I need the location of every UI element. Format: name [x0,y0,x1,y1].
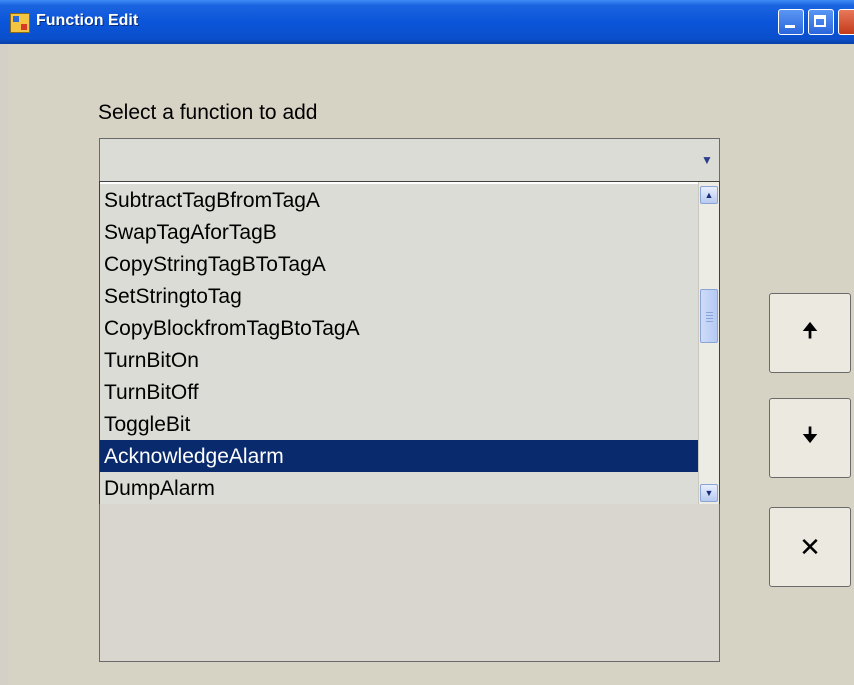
function-listbox[interactable]: SubtractTagBfromTagA SwapTagAforTagB Cop… [99,181,720,505]
function-combobox[interactable]: ▼ [99,138,720,182]
title-bar[interactable]: Function Edit [0,0,854,44]
list-item-selected[interactable]: AcknowledgeAlarm [100,440,698,472]
list-item[interactable]: SetStringtoTag [100,280,698,312]
vertical-scrollbar[interactable]: ▲ ▼ [698,182,719,504]
close-icon: ✕ [799,531,821,562]
arrow-down-icon: 🠋 [801,425,819,447]
grip-line [706,318,713,319]
chevron-down-icon[interactable]: ▼ [698,147,716,173]
delete-button[interactable]: ✕ [769,507,851,587]
list-item[interactable]: ToggleBit [100,408,698,440]
prompt-label: Select a function to add [98,101,318,124]
combobox-empty-area [99,504,720,662]
list-item[interactable]: DumpAlarm [100,472,698,504]
list-item[interactable]: SwapTagAforTagB [100,216,698,248]
arrow-up-icon: 🠉 [801,320,819,342]
list-item[interactable]: SubtractTagBfromTagA [100,184,698,216]
list-item[interactable]: CopyBlockfromTagBtoTagA [100,312,698,344]
function-edit-window: Function Edit Select a function to add ▼… [0,0,854,685]
app-icon [10,13,30,33]
grip-line [706,315,713,316]
window-title: Function Edit [36,12,139,29]
move-up-button[interactable]: 🠉 [769,293,851,373]
list-item[interactable]: TurnBitOff [100,376,698,408]
grip-line [706,312,713,313]
list-item[interactable]: CopyStringTagBToTagA [100,248,698,280]
maximize-button[interactable] [808,9,834,35]
move-down-button[interactable]: 🠋 [769,398,851,478]
function-list-items: SubtractTagBfromTagA SwapTagAforTagB Cop… [100,184,698,504]
grip-line [706,321,713,322]
minimize-button[interactable] [778,9,804,35]
scroll-up-icon[interactable]: ▲ [700,186,718,204]
scroll-down-icon[interactable]: ▼ [700,484,718,502]
list-item[interactable]: TurnBitOn [100,344,698,376]
scroll-thumb[interactable] [700,289,718,343]
close-window-button[interactable] [838,9,854,35]
